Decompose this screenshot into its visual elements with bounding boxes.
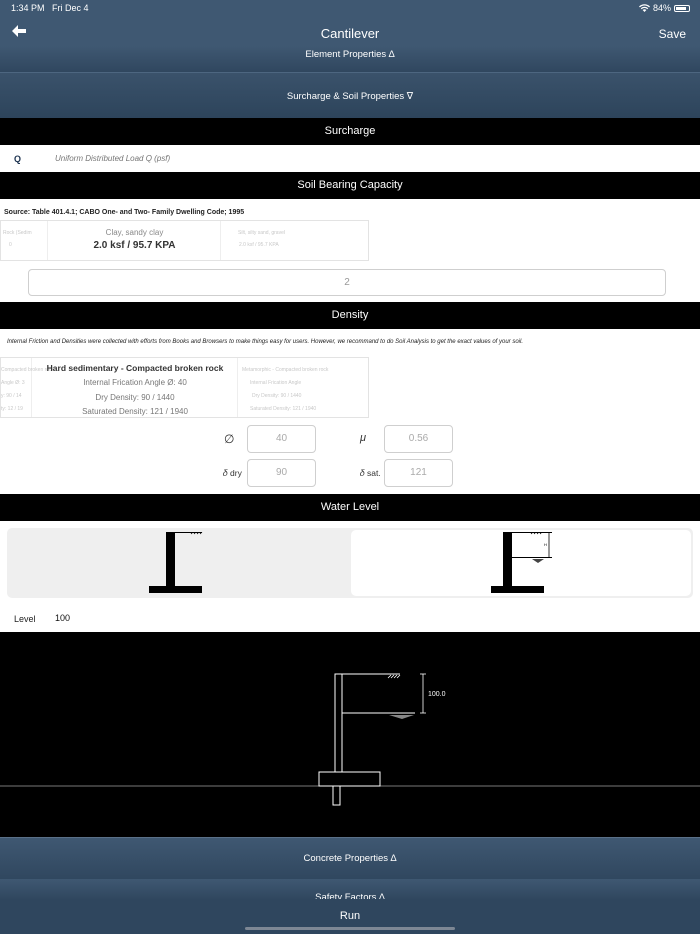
picker-selected-value: 2.0 ksf / 95.7 KPA: [93, 240, 176, 251]
wall-diagram: 100.0: [0, 632, 700, 837]
picker-selected-option[interactable]: Clay, sandy clay 2.0 ksf / 95.7 KPA: [48, 221, 221, 260]
saturated-density-input[interactable]: 121: [384, 459, 453, 487]
density-dry: Dry Density: 90 / 1440: [95, 393, 175, 402]
element-properties-toggle[interactable]: Element Properties ∆: [0, 46, 700, 72]
mu-label: μ: [360, 432, 367, 444]
picker-selected-top: Clay, sandy clay: [105, 228, 164, 237]
wifi-icon: [638, 3, 650, 12]
density-friction-angle: Internal Frication Angle Ø: 40: [83, 378, 187, 387]
wall-stem: [334, 673, 343, 773]
picker-prev-option[interactable]: Rock (Sedim 0: [1, 221, 48, 260]
mu-input[interactable]: 0.56: [384, 425, 453, 453]
wall-footing: [318, 771, 381, 787]
home-indicator: [245, 927, 455, 930]
surcharge-load-input[interactable]: [55, 154, 355, 163]
surcharge-soil-toggle[interactable]: Surcharge & Soil Properties ∇: [0, 72, 700, 118]
concrete-properties-toggle[interactable]: Concrete Properties ∆: [0, 837, 700, 879]
svg-text:H: H: [544, 542, 547, 547]
density-picker[interactable]: Compacted broken rock Angle Ø: 3 y: 90 /…: [0, 357, 369, 418]
status-time: 1:34 PM Fri Dec 4: [11, 3, 89, 13]
phi-label: ∅: [224, 432, 235, 446]
water-wall-icon: H: [491, 532, 552, 593]
dry-density-input[interactable]: 90: [247, 459, 316, 487]
level-value[interactable]: 100: [55, 613, 70, 623]
phi-input[interactable]: 40: [247, 425, 316, 453]
soil-bearing-picker[interactable]: Rock (Sedim 0 Clay, sandy clay 2.0 ksf /…: [0, 220, 369, 261]
water-level-row: Level 100: [0, 604, 700, 632]
surcharge-header: Surcharge: [0, 118, 700, 145]
water-triangle-icon: [389, 715, 414, 719]
battery-icon: [674, 4, 690, 12]
soil-bearing-header: Soil Bearing Capacity: [0, 172, 700, 199]
navigation-bar: 1:34 PM Fri Dec 4 84% Cantilever Save: [0, 0, 700, 52]
soil-bearing-value-field[interactable]: 2: [28, 269, 666, 296]
safety-factors-toggle[interactable]: Safety Factors ∆: [0, 879, 700, 899]
saturated-density-label: 𝛿 sat.: [360, 468, 381, 478]
no-water-wall-icon[interactable]: [147, 532, 209, 594]
water-level-header: Water Level: [0, 494, 700, 521]
water-level-selector[interactable]: H: [7, 528, 693, 598]
wall-key: [332, 785, 341, 806]
soil-bearing-source: Source: Table 401.4.1; CABO One- and Two…: [4, 209, 245, 216]
picker-next-option[interactable]: Silt, silty sand, gravel 2.0 ksf / 95.7 …: [221, 221, 368, 260]
surcharge-hatch: [387, 674, 401, 679]
density-saturated: Saturated Density: 121 / 1940: [82, 407, 188, 416]
density-note: Internal Friction and Densities were col…: [7, 339, 524, 345]
cantilever-screen: 1:34 PM Fri Dec 4 84% Cantilever Save El…: [0, 0, 700, 934]
page-title: Cantilever: [320, 26, 380, 41]
surcharge-row: Q: [0, 145, 700, 172]
surcharge-q-label: Q: [14, 154, 22, 164]
level-label: Level: [14, 614, 36, 624]
battery-percent: 84%: [652, 3, 671, 13]
with-water-option[interactable]: H: [351, 530, 691, 596]
dry-density-label: 𝛿 dry: [223, 468, 242, 478]
dimension-label: 100.0: [428, 691, 446, 698]
density-selected-title: Hard sedimentary - Compacted broken rock: [46, 363, 224, 373]
density-next-option[interactable]: Metamorphic - Compacted broken rock Inte…: [237, 358, 368, 417]
density-prev-option[interactable]: Compacted broken rock Angle Ø: 3 y: 90 /…: [1, 358, 54, 417]
wall-drawing: 100.0: [0, 673, 700, 806]
status-indicators: 84%: [638, 3, 690, 13]
save-button[interactable]: Save: [659, 27, 686, 41]
density-header: Density: [0, 302, 700, 329]
